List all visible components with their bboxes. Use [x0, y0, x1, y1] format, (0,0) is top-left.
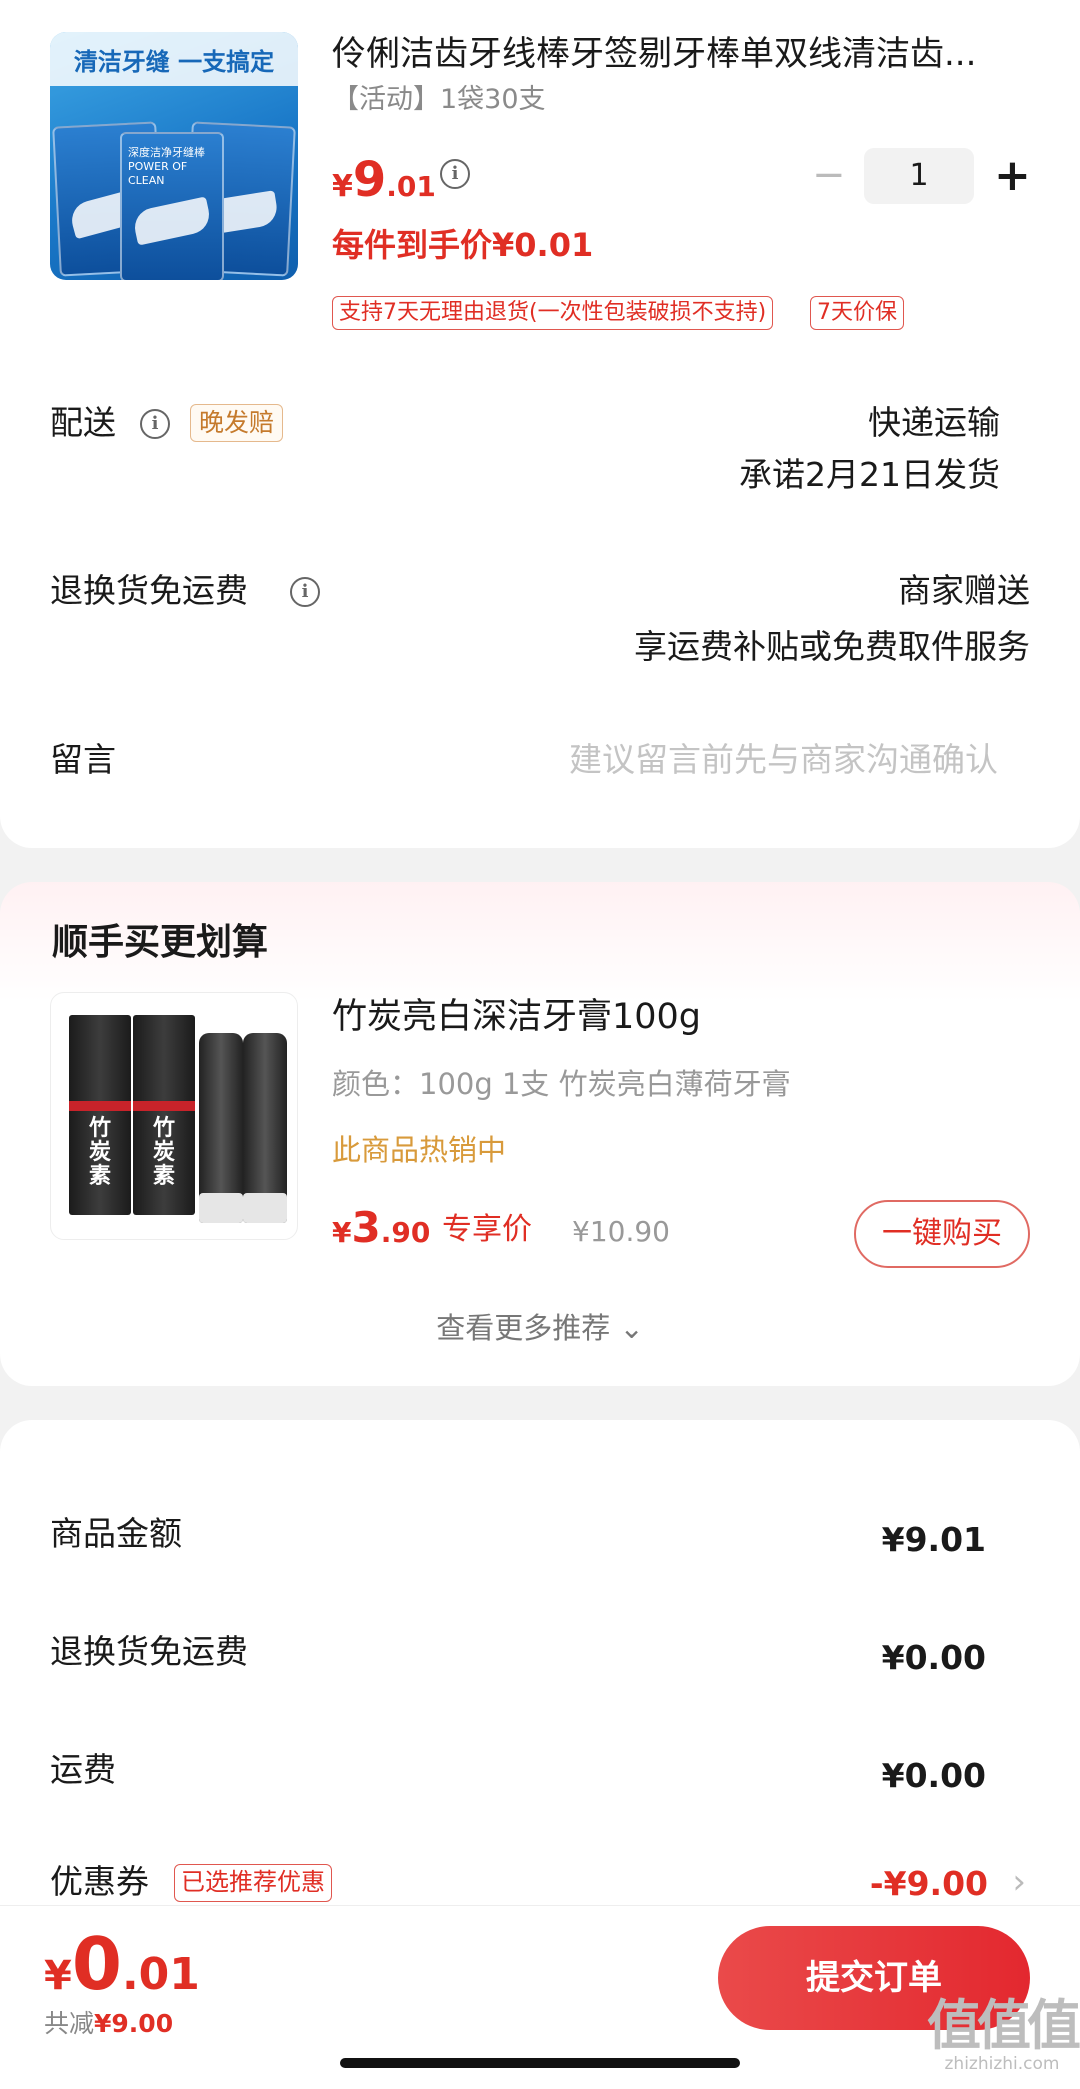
- watermark-url: zhizhizhi.com: [944, 2054, 1060, 2074]
- coupon-value[interactable]: -¥9.00: [870, 1860, 988, 1908]
- product-image-pack-front: 深度洁净牙缝棒 POWER OF CLEAN: [120, 132, 224, 280]
- message-input[interactable]: 建议留言前先与商家沟通确认: [569, 736, 998, 784]
- delivery-info-icon[interactable]: i: [140, 409, 170, 439]
- checkout-bar: ¥0.01 共减¥9.00 提交订单 值值值 zhizhizhi.com: [0, 1905, 1080, 2089]
- coupon-recommended-badge: 已选推荐优惠: [174, 1864, 332, 1902]
- toothpaste-box-text: 竹炭素: [88, 1116, 111, 1189]
- late-compensation-badge: 晚发赔: [190, 404, 284, 442]
- product-spec[interactable]: 【活动】1袋30支: [332, 80, 546, 120]
- price-decimal: .01: [386, 170, 436, 203]
- quantity-minus-button[interactable]: −: [812, 155, 846, 195]
- recommend-card: 顺手买更划算 竹炭素 竹炭素 竹炭亮白深洁牙膏100g 颜色：100g 1支 竹…: [0, 882, 1080, 1386]
- price-integer: 9: [352, 152, 387, 208]
- recommend-section-title: 顺手买更划算: [52, 922, 269, 963]
- return-shipping-label: 退换货免运费: [50, 571, 248, 610]
- total-currency: ¥: [44, 1953, 72, 1999]
- floss-graphic: [131, 196, 213, 246]
- tube-cap: [243, 1193, 287, 1223]
- total-integer: 0: [71, 1922, 122, 2006]
- product-image[interactable]: 清洁牙缝 一支搞定 深度洁净牙缝棒 POWER OF CLEAN: [50, 32, 298, 280]
- home-indicator[interactable]: [340, 2058, 740, 2068]
- quantity-plus-button[interactable]: +: [994, 148, 1031, 204]
- delivery-method[interactable]: 快递运输: [868, 399, 1000, 447]
- price-decimal: .90: [380, 1216, 431, 1249]
- return-shipping-fee-label: 退换货免运费: [50, 1632, 248, 1671]
- toothpaste-box: 竹炭素: [69, 1015, 131, 1215]
- toothpaste-tube: [199, 1033, 243, 1223]
- recommend-item-image[interactable]: 竹炭素 竹炭素: [50, 992, 298, 1240]
- quantity-input[interactable]: 1: [864, 148, 974, 204]
- toothpaste-box-text: 竹炭素: [152, 1116, 175, 1189]
- watermark-logo: 值值值 zhizhizhi.com: [924, 1994, 1080, 2075]
- price-currency: ¥: [332, 1216, 352, 1249]
- product-price: ¥9.01: [332, 150, 436, 221]
- total-decimal: .01: [121, 1949, 200, 2000]
- recommend-item-title[interactable]: 竹炭亮白深洁牙膏100g: [332, 992, 701, 1042]
- recommend-item-price: ¥3.90: [332, 1200, 430, 1265]
- view-more-recommendations[interactable]: 查看更多推荐 ⌄: [0, 1306, 1080, 1350]
- subtotal-label: 商品金额: [50, 1514, 182, 1553]
- exclusive-price-label: 专享价: [442, 1212, 532, 1247]
- product-card: 清洁牙缝 一支搞定 深度洁净牙缝棒 POWER OF CLEAN 伶俐洁齿牙线棒…: [0, 0, 1080, 848]
- message-label: 留言: [50, 740, 116, 779]
- toothpaste-box: 竹炭素: [133, 1015, 195, 1215]
- saved-label: 共减: [44, 2009, 95, 2038]
- price-protect-tag: 7天价保: [810, 296, 904, 330]
- total-saved: 共减¥9.00: [44, 2004, 173, 2044]
- return-shipping-fee-value: ¥0.00: [881, 1638, 986, 1677]
- toothpaste-tube: [243, 1033, 287, 1223]
- coupon-label: 优惠券: [50, 1862, 149, 1901]
- shipping-fee-label: 运费: [50, 1750, 116, 1789]
- return-policy-tag: 支持7天无理由退货(一次性包装破损不支持): [332, 296, 774, 330]
- shipping-fee-value: ¥0.00: [881, 1756, 986, 1795]
- product-image-banner: 清洁牙缝 一支搞定: [50, 32, 298, 86]
- delivery-promise: 承诺2月21日发货: [739, 455, 1000, 494]
- chevron-right-icon[interactable]: ›: [1012, 1858, 1026, 1906]
- delivery-label: 配送: [50, 403, 116, 442]
- tube-cap: [199, 1193, 243, 1223]
- price-integer: 3: [351, 1203, 381, 1252]
- watermark-glyphs: 值值值: [927, 1994, 1080, 2057]
- return-shipping-value: 商家赠送: [898, 571, 1030, 610]
- product-title[interactable]: 伶俐洁齿牙线棒牙签剔牙棒单双线清洁齿...: [332, 30, 1032, 78]
- original-price: ¥10.90: [572, 1215, 670, 1248]
- recommend-item-hot-label: 此商品热销中: [332, 1133, 507, 1167]
- product-image-pack-text: 深度洁净牙缝棒 POWER OF CLEAN: [128, 146, 205, 187]
- price-currency: ¥: [332, 169, 353, 204]
- box-stripe: [133, 1101, 195, 1111]
- subtotal-value: ¥9.01: [881, 1520, 986, 1559]
- saved-amount: ¥9.00: [94, 2009, 174, 2038]
- one-click-buy-button[interactable]: 一键购买: [854, 1200, 1030, 1268]
- return-shipping-info-icon[interactable]: i: [290, 577, 320, 607]
- return-shipping-detail: 享运费补贴或免费取件服务: [634, 627, 1030, 666]
- recommend-item-spec[interactable]: 颜色：100g 1支 竹炭亮白薄荷牙膏: [332, 1062, 791, 1106]
- per-item-price: 每件到手价¥0.01: [332, 226, 594, 264]
- box-stripe: [69, 1101, 131, 1111]
- price-info-icon[interactable]: i: [440, 159, 470, 189]
